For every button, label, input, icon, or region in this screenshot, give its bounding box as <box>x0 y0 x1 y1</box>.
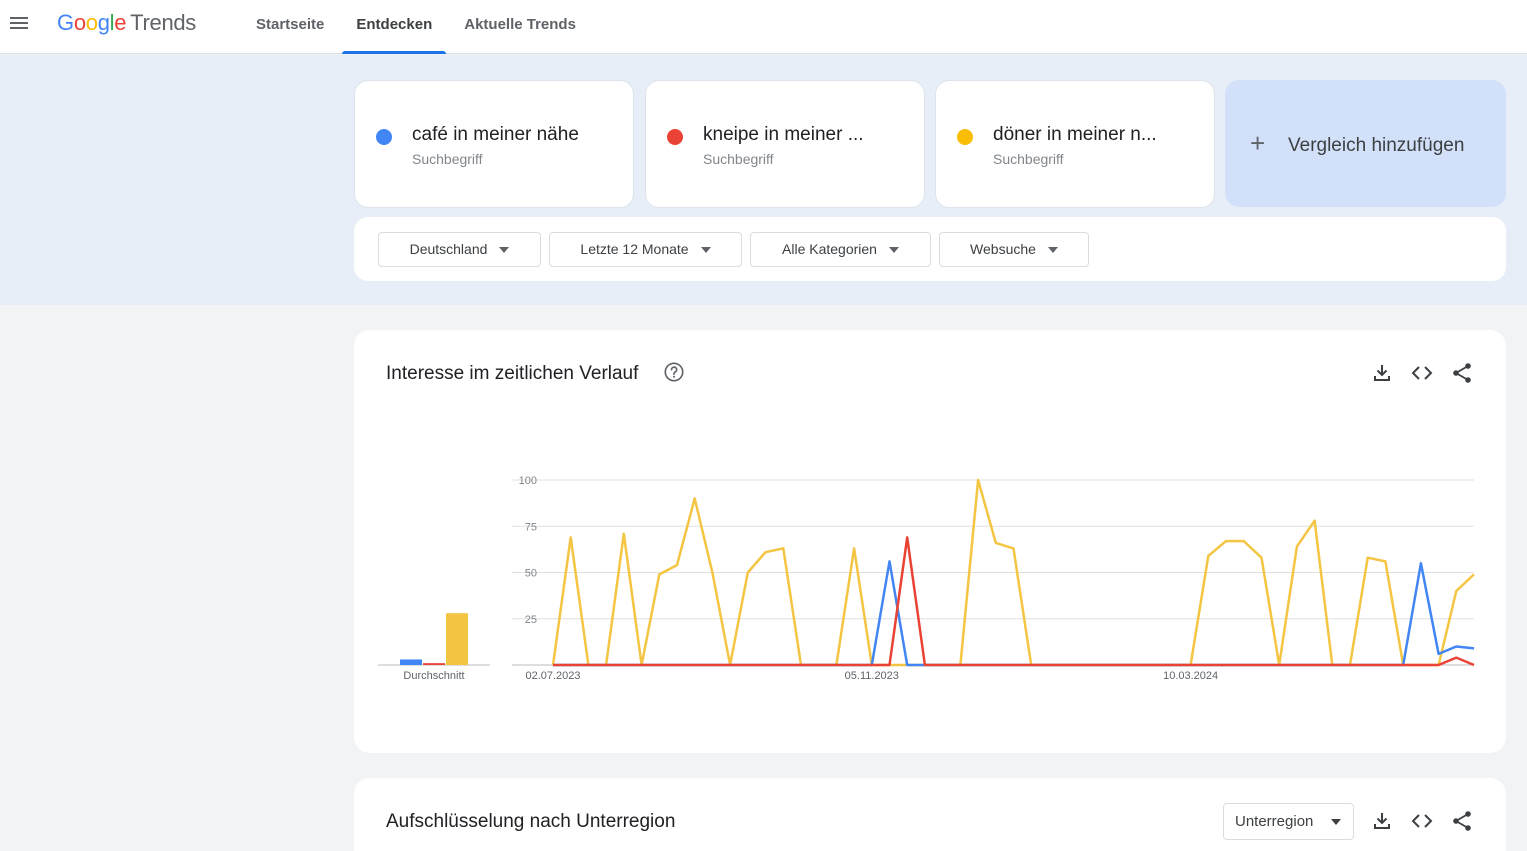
x-tick-label: 05.11.2023 <box>845 670 899 682</box>
term-card-cafe[interactable]: café in meiner nähe Suchbegriff <box>354 80 634 208</box>
plus-icon: + <box>1250 128 1266 158</box>
y-tick-label: 75 <box>525 521 537 533</box>
embed-icon[interactable] <box>1410 809 1434 833</box>
time-filter[interactable]: Letzte 12 Monate <box>549 232 742 267</box>
term-name: döner in meiner n... <box>993 124 1157 145</box>
dropdown-arrow-icon <box>1047 247 1058 254</box>
subregion-panel: Aufschlüsselung nach Unterregion Unterre… <box>354 778 1506 851</box>
y-tick-label: 50 <box>525 568 537 580</box>
tab-startseite[interactable]: Startseite <box>240 0 340 54</box>
search-type-filter[interactable]: Websuche <box>939 232 1089 267</box>
y-tick-label: 25 <box>525 614 537 626</box>
term-name: café in meiner nähe <box>412 124 579 145</box>
dropdown-arrow-icon <box>700 247 711 254</box>
term-card-kneipe[interactable]: kneipe in meiner ... Suchbegriff <box>645 80 925 208</box>
subregion-select[interactable]: Unterregion <box>1223 803 1354 840</box>
term-type: Suchbegriff <box>993 151 1064 167</box>
y-tick-label: 100 <box>519 475 537 487</box>
category-filter[interactable]: Alle Kategorien <box>750 232 931 267</box>
term-name: kneipe in meiner ... <box>703 124 864 145</box>
download-icon[interactable] <box>1370 809 1394 833</box>
app-header: Google Trends Startseite Entdecken Aktuel… <box>0 0 1527 54</box>
interest-chart: Durchschnitt 25 50 75 100 02.07.2023 05.11.20… <box>378 475 1475 682</box>
average-label: Durchschnitt <box>403 670 464 682</box>
term-color-dot <box>667 129 683 145</box>
term-type: Suchbegriff <box>703 151 774 167</box>
menu-icon[interactable] <box>8 14 30 36</box>
average-bar <box>423 663 445 665</box>
google-trends-logo[interactable]: Google Trends <box>57 10 196 36</box>
term-color-dot <box>957 129 973 145</box>
x-tick-label: 10.03.2024 <box>1163 670 1218 682</box>
tab-aktuelle-trends[interactable]: Aktuelle Trends <box>448 0 592 54</box>
add-comparison-button[interactable]: + Vergleich hinzufügen <box>1225 80 1506 207</box>
main-nav: Startseite Entdecken Aktuelle Trends <box>240 0 592 54</box>
dropdown-arrow-icon <box>1331 819 1341 825</box>
average-bars: Durchschnitt <box>378 613 490 682</box>
term-card-doener[interactable]: döner in meiner n... Suchbegriff <box>935 80 1215 208</box>
dropdown-arrow-icon <box>888 247 899 254</box>
series-line <box>553 560 1475 667</box>
term-color-dot <box>376 129 392 145</box>
logo-product-name: Trends <box>130 10 197 35</box>
filter-bar: Deutschland Letzte 12 Monate Alle Katego… <box>354 217 1506 281</box>
average-bar <box>400 659 422 665</box>
panel-title: Aufschlüsselung nach Unterregion <box>386 811 676 832</box>
dropdown-arrow-icon <box>499 247 510 254</box>
share-icon[interactable] <box>1450 809 1474 833</box>
term-type: Suchbegriff <box>412 151 483 167</box>
add-comparison-label: Vergleich hinzufügen <box>1288 135 1465 156</box>
tab-entdecken[interactable]: Entdecken <box>340 0 448 54</box>
average-bar <box>446 613 468 665</box>
x-tick-label: 02.07.2023 <box>525 670 580 682</box>
region-filter[interactable]: Deutschland <box>378 232 541 267</box>
interest-over-time-panel: Interesse im zeitlichen Verlauf Durchsch… <box>354 330 1506 753</box>
